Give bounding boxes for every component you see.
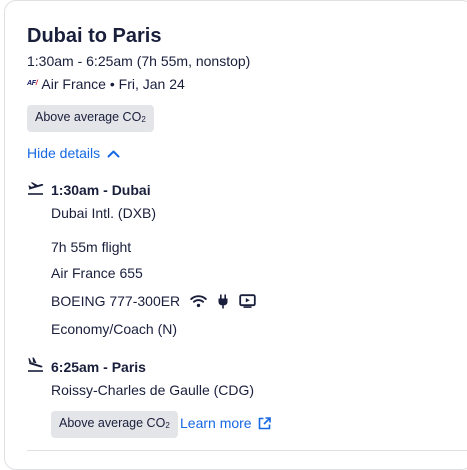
chevron-up-icon [107,150,120,157]
aircraft-amenities-row: BOEING 777-300ER [51,292,256,310]
arrival-time-city: 6:25am - Paris [51,359,146,375]
logo-text: AF [27,80,36,87]
co2-emissions-badge: Above average CO2 [27,105,154,132]
learn-more-link[interactable]: Learn more [180,414,271,432]
landing-icon [27,357,44,372]
hide-details-toggle[interactable]: Hide details [27,144,120,162]
flight-details-card [4,0,467,470]
section-divider [27,450,467,451]
airline-date-text: Air France • Fri, Jan 24 [41,76,185,92]
learn-more-label: Learn more [180,415,252,431]
power-outlet-icon [217,294,229,309]
flight-number: Air France 655 [51,265,143,281]
cabin-class: Economy/Coach (N) [51,321,178,337]
hide-details-label: Hide details [27,145,101,161]
route-title: Dubai to Paris [27,25,162,47]
external-link-icon [258,416,271,429]
arrival-airport: Roissy-Charles de Gaulle (CDG) [51,382,255,398]
aircraft-type: BOEING 777-300ER [51,293,181,309]
entertainment-screen-icon [239,294,256,308]
departure-time-city: 1:30am - Dubai [51,182,151,198]
flight-times-summary: 1:30am - 6:25am (7h 55m, nonstop) [27,53,251,69]
wifi-icon [190,294,207,308]
co2-emissions-badge-arrival: Above average CO2 [51,411,178,438]
takeoff-icon [27,181,44,195]
airline-date-line: AF/ Air France • Fri, Jan 24 [27,75,185,93]
flight-duration: 7h 55m flight [51,239,132,255]
departure-airport: Dubai Intl. (DXB) [51,205,157,221]
air-france-logo: AF/ [27,80,38,87]
